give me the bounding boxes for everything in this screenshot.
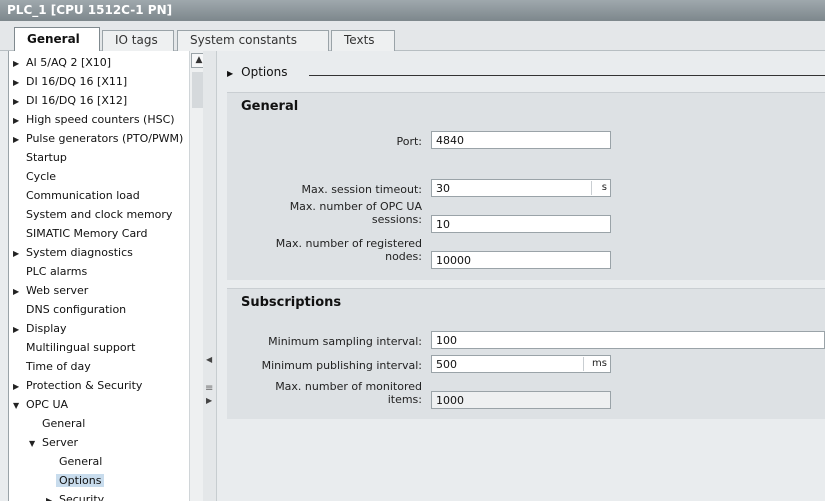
collapse-left-icon[interactable]: ◀ (206, 355, 212, 364)
tree-item-startup[interactable]: Startup (23, 148, 70, 167)
session-timeout-unit: s (591, 181, 610, 195)
triangle-right-icon[interactable]: ▶ (13, 244, 23, 263)
section-divider (309, 75, 825, 76)
max-monitored-items-label: Max. number of monitored items: (275, 380, 422, 406)
navigation-tree: ▶ AI 5/AQ 2 [X10] ▶ DI 16/DQ 16 [X11] ▶ DI … (9, 51, 189, 501)
tree-item-cycle[interactable]: Cycle (23, 167, 59, 186)
section-header[interactable]: ▶ Options (227, 65, 287, 79)
triangle-right-icon[interactable]: ▶ (13, 130, 23, 149)
tree-item-di16dq16-x12[interactable]: ▶ DI 16/DQ 16 [X12] (13, 91, 130, 110)
navigation-panel: ▶ AI 5/AQ 2 [X10] ▶ DI 16/DQ 16 [X11] ▶ DI … (8, 51, 208, 501)
triangle-down-icon[interactable]: ▼ (29, 434, 39, 453)
triangle-right-icon[interactable]: ▶ (13, 111, 23, 130)
tree-item-opc-ua-general[interactable]: General (39, 414, 88, 433)
subscriptions-group: Subscriptions Minimum sampling interval:… (227, 288, 825, 419)
expand-right-icon[interactable]: ▶ (206, 396, 212, 405)
min-sampling-label: Minimum sampling interval: (268, 335, 422, 348)
max-monitored-items-input[interactable] (431, 391, 611, 409)
tree-item-security[interactable]: ▶ Security (46, 490, 107, 501)
tree-item-memory-card[interactable]: SIMATIC Memory Card (23, 224, 151, 243)
properties-content: ▶ Options General Port: Max. session time… (217, 51, 825, 501)
triangle-right-icon[interactable]: ▶ (13, 282, 23, 301)
tree-item-communication-load[interactable]: Communication load (23, 186, 143, 205)
min-sampling-input[interactable] (431, 331, 825, 349)
triangle-right-icon[interactable]: ▶ (13, 92, 23, 111)
general-group: General Port: Max. session timeout: s Ma… (227, 92, 825, 280)
min-publishing-label: Minimum publishing interval: (261, 359, 422, 372)
tab-strip: General IO tags System constants Texts (0, 21, 825, 52)
max-nodes-label: Max. number of registered nodes: (275, 237, 422, 263)
tree-item-web-server[interactable]: ▶ Web server (13, 281, 91, 300)
session-timeout-label: Max. session timeout: (301, 183, 422, 196)
window-title: PLC_1 [CPU 1512C-1 PN] (0, 0, 825, 21)
chevron-right-icon[interactable]: ▶ (227, 69, 233, 78)
max-nodes-input[interactable] (431, 251, 611, 269)
port-input[interactable] (431, 131, 611, 149)
panel-splitter[interactable]: ◀ ≡ ▶ (203, 51, 217, 501)
triangle-right-icon[interactable]: ▶ (13, 377, 23, 396)
general-group-title: General (241, 99, 299, 114)
min-publishing-unit: ms (583, 357, 610, 371)
tree-item-plc-alarms[interactable]: PLC alarms (23, 262, 90, 281)
tree-item-server-general[interactable]: General (56, 452, 105, 471)
tab-system-constants[interactable]: System constants (177, 30, 329, 52)
tree-item-ai5aq2[interactable]: ▶ AI 5/AQ 2 [X10] (13, 53, 114, 72)
tree-item-opc-ua[interactable]: ▼ OPC UA (13, 395, 71, 414)
triangle-right-icon[interactable]: ▶ (13, 320, 23, 339)
triangle-right-icon[interactable]: ▶ (46, 491, 56, 501)
tree-item-system-clock-memory[interactable]: System and clock memory (23, 205, 175, 224)
tree-item-system-diagnostics[interactable]: ▶ System diagnostics (13, 243, 136, 262)
tree-item-hsc[interactable]: ▶ High speed counters (HSC) (13, 110, 178, 129)
triangle-down-icon[interactable]: ▼ (13, 396, 23, 415)
tree-item-options[interactable]: Options (56, 471, 105, 490)
tab-general[interactable]: General (14, 27, 100, 52)
breadcrumb: Options (241, 65, 288, 79)
tree-item-pulse-generators[interactable]: ▶ Pulse generators (PTO/PWM) (13, 129, 186, 148)
tree-item-di16dq16-x11[interactable]: ▶ DI 16/DQ 16 [X11] (13, 72, 130, 91)
triangle-right-icon[interactable]: ▶ (13, 54, 23, 73)
tree-item-dns-configuration[interactable]: DNS configuration (23, 300, 129, 319)
splitter-grip-icon[interactable]: ≡ (205, 383, 213, 394)
tab-io-tags[interactable]: IO tags (102, 30, 174, 52)
tree-item-server[interactable]: ▼ Server (29, 433, 81, 452)
tree-item-display[interactable]: ▶ Display (13, 319, 70, 338)
max-sessions-label: Max. number of OPC UA sessions: (289, 200, 422, 226)
tree-item-protection-security[interactable]: ▶ Protection & Security (13, 376, 145, 395)
subscriptions-group-title: Subscriptions (241, 295, 342, 310)
session-timeout-input[interactable] (431, 179, 611, 197)
tree-item-time-of-day[interactable]: Time of day (23, 357, 94, 376)
triangle-right-icon[interactable]: ▶ (13, 73, 23, 92)
tab-texts[interactable]: Texts (331, 30, 395, 52)
port-label: Port: (396, 135, 422, 148)
max-sessions-input[interactable] (431, 215, 611, 233)
tree-item-multilingual-support[interactable]: Multilingual support (23, 338, 138, 357)
